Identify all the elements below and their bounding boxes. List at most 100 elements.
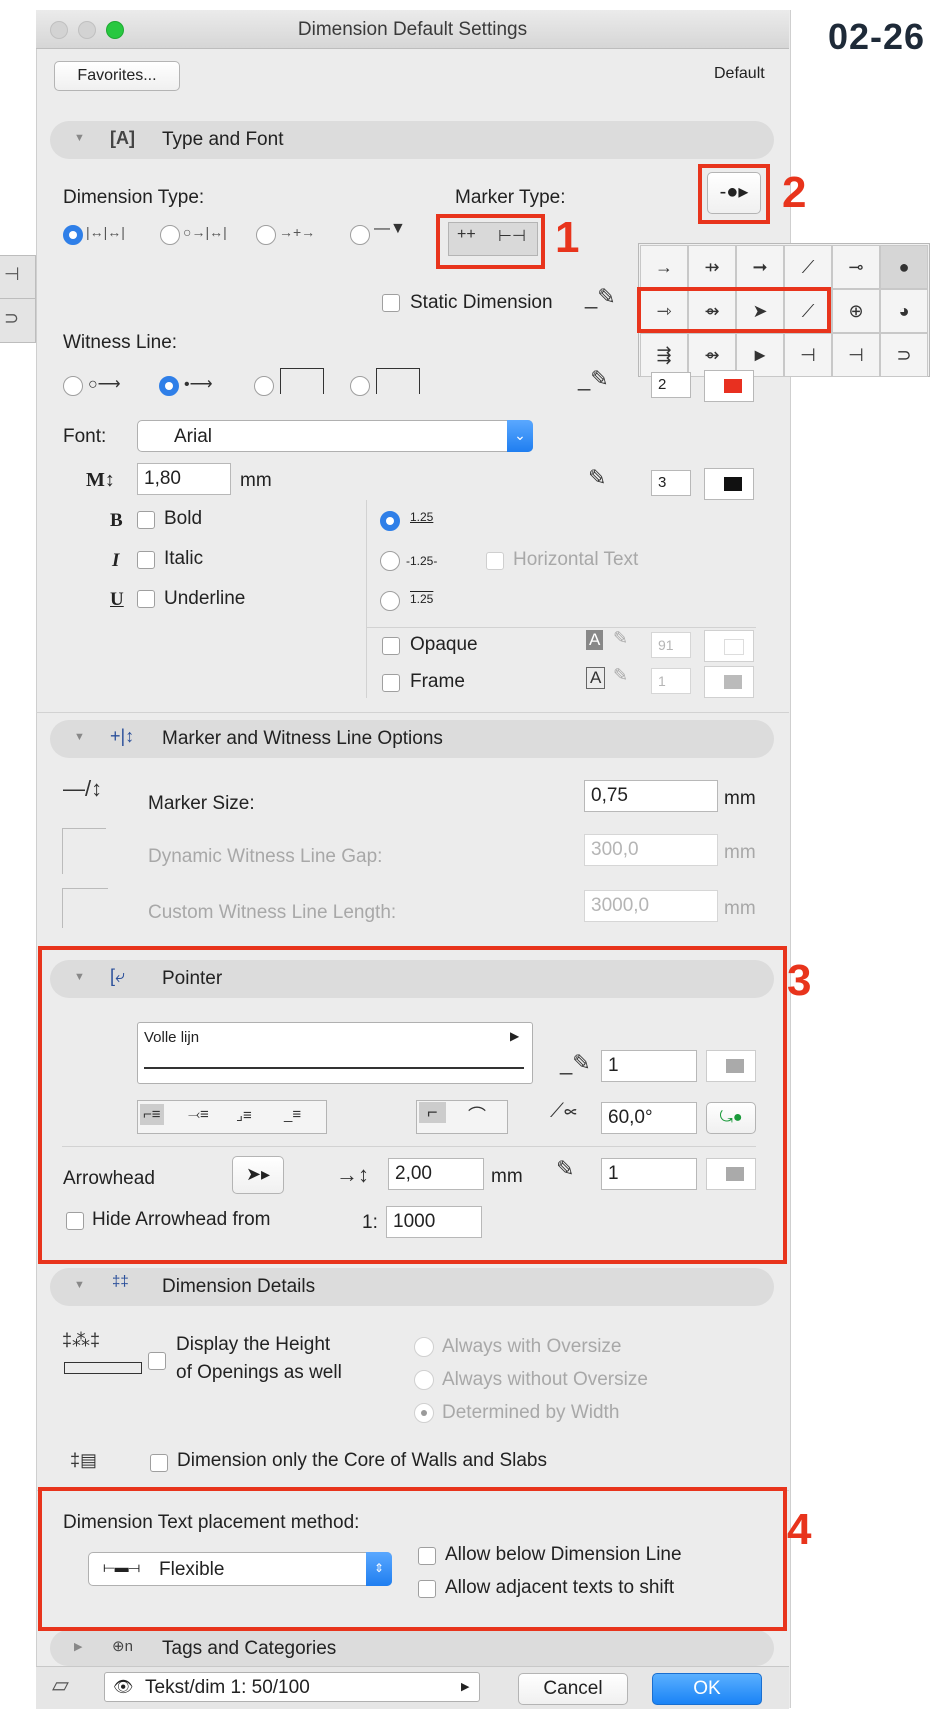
marker-option-r1-c3[interactable]: ➞ — [736, 245, 784, 289]
display-height-checkbox[interactable] — [148, 1352, 166, 1370]
text-size-unit: mm — [240, 470, 272, 491]
window-title: Dimension Default Settings — [297, 19, 528, 40]
section-title: Tags and Categories — [162, 1638, 337, 1659]
witness-gap-label: Dynamic Witness Line Gap: — [148, 846, 383, 867]
dimension-type-radio-3[interactable] — [256, 225, 276, 245]
dimension-type-label: Dimension Type: — [63, 187, 205, 208]
underline-checkbox[interactable] — [137, 590, 155, 608]
frame-pen-field[interactable]: 1 — [651, 668, 691, 694]
font-value: Arial — [174, 426, 213, 447]
witness-line-radio-2[interactable] — [159, 376, 179, 396]
marker-options-icon: +|↕ — [110, 726, 135, 746]
dimension-type-3-icon: →+→ — [279, 224, 316, 240]
section-marker-options-header[interactable]: ▼ +|↕ Marker and Witness Line Options — [50, 720, 774, 758]
dimension-type-radio-1[interactable] — [63, 225, 83, 245]
text-position-radio-below[interactable] — [380, 591, 400, 611]
italic-checkbox[interactable] — [137, 551, 155, 569]
marker-option-r1-c4[interactable]: ⟋ — [784, 245, 832, 289]
cancel-button[interactable]: Cancel — [518, 1673, 628, 1705]
static-dimension-checkbox[interactable] — [382, 294, 400, 312]
witness-length-label: Custom Witness Line Length: — [148, 902, 397, 923]
tags-icon: ⊕n — [112, 1638, 133, 1655]
static-dimension-label: Static Dimension — [410, 292, 553, 313]
always-without-oversize-radio[interactable] — [414, 1370, 434, 1390]
marker-option-r3-c1[interactable]: ⇶ — [640, 333, 688, 377]
marker-option-r1-c6[interactable]: ● — [880, 245, 928, 289]
text-position-radio-inline[interactable] — [380, 551, 400, 571]
frame-pen-icon: A — [586, 667, 606, 689]
text-size-icon: M↕ — [86, 469, 115, 491]
dimension-type-2-icon: ○→|↔| — [183, 224, 227, 240]
text-size-field[interactable]: 1,80 — [137, 463, 231, 495]
opaque-checkbox[interactable] — [382, 637, 400, 655]
favorites-button[interactable]: Favorites... — [54, 61, 180, 91]
layer-select[interactable]: 👁 Tekst/dim 1: 50/100 ▶ — [104, 1672, 480, 1702]
marker-size-unit: mm — [724, 788, 756, 809]
divider — [36, 712, 789, 713]
marker-option-r1-c1[interactable]: → — [640, 245, 688, 289]
witness-line-radio-1[interactable] — [63, 376, 83, 396]
disclosure-triangle-icon[interactable]: ▶ — [74, 1640, 82, 1653]
section-title: Marker and Witness Line Options — [162, 728, 443, 749]
witness-length-unit: mm — [724, 898, 756, 919]
font-select[interactable]: Arial ⌄ — [137, 420, 533, 452]
layer-value: Tekst/dim 1: 50/100 — [145, 1677, 310, 1698]
marker-type-label: Marker Type: — [455, 187, 566, 208]
frame-pen-swatch[interactable] — [704, 666, 754, 698]
chevron-down-icon[interactable]: ⌄ — [507, 420, 533, 452]
text-pen-field[interactable]: 3 — [651, 470, 691, 496]
bold-label: Bold — [164, 508, 203, 529]
marker-size-field[interactable]: 0,75 — [584, 780, 718, 812]
opaque-pen-field[interactable]: 91 — [651, 632, 691, 658]
text-position-above-sample: 1.25 — [410, 510, 434, 524]
marker-option-r3-c5[interactable]: ⊣ — [832, 333, 880, 377]
bold-checkbox[interactable] — [137, 511, 155, 529]
divider — [366, 500, 367, 698]
witness-line-radio-3[interactable] — [254, 376, 274, 396]
marker-option-r2-c5[interactable]: ⊕ — [832, 289, 880, 333]
corner-label: 02-26 — [828, 16, 926, 57]
witness-line-radio-4[interactable] — [350, 376, 370, 396]
marker-option-r3-c4[interactable]: ⊣ — [784, 333, 832, 377]
marker-option-r1-c2[interactable]: ⇸ — [688, 245, 736, 289]
text-position-radio-above[interactable] — [380, 511, 400, 531]
witness-line-label: Witness Line: — [63, 332, 178, 353]
witness-length-field[interactable]: 3000,0 — [584, 890, 718, 922]
section-tags-header[interactable]: ▶ ⊕n Tags and Categories — [50, 1630, 774, 1666]
always-with-oversize-radio[interactable] — [414, 1337, 434, 1357]
horizontal-text-checkbox[interactable] — [486, 552, 504, 570]
section-details-header[interactable]: ▼ ‡‡ Dimension Details — [50, 1268, 774, 1306]
clipped-panel: ⊣ ⊃ — [0, 255, 36, 343]
dimension-type-1-icon: |↔|↔| — [86, 224, 125, 240]
dimension-type-radio-4[interactable] — [350, 225, 370, 245]
witness-line-2-icon: •⟶ — [184, 376, 213, 393]
type-font-icon: [A] — [110, 128, 135, 148]
section-type-font-header[interactable]: ▼ [A] Type and Font — [50, 121, 774, 159]
witness-gap-field[interactable]: 300,0 — [584, 834, 718, 866]
witness-pen-icon: _✎ — [578, 366, 609, 391]
witness-length-icon — [62, 888, 108, 928]
core-only-checkbox[interactable] — [150, 1454, 168, 1472]
marker-option-r3-c6[interactable]: ⊃ — [880, 333, 928, 377]
marker-option-r1-c5[interactable]: ⊸ — [832, 245, 880, 289]
text-position-below-sample: 1.25 — [410, 592, 434, 606]
marker-option-r2-c6[interactable]: ◕ — [880, 289, 928, 333]
ok-button[interactable]: OK — [652, 1673, 762, 1705]
layer-icon: ▱ — [52, 1672, 69, 1697]
core-only-label: Dimension only the Core of Walls and Sla… — [177, 1450, 547, 1471]
witness-pen-field[interactable]: 2 — [651, 372, 691, 398]
text-pen-swatch[interactable] — [704, 468, 754, 500]
disclosure-triangle-icon[interactable]: ▼ — [74, 1279, 85, 1291]
disclosure-triangle-icon[interactable]: ▼ — [74, 132, 85, 144]
witness-line-1-icon: ○⟶ — [88, 376, 121, 393]
annotation-number-4: 4 — [787, 1505, 812, 1554]
dimension-type-radio-2[interactable] — [160, 225, 180, 245]
italic-label: Italic — [164, 548, 204, 569]
frame-checkbox[interactable] — [382, 674, 400, 692]
opaque-pen-swatch[interactable] — [704, 630, 754, 662]
marker-size-icon: —/↕ — [63, 776, 103, 801]
section-title: Type and Font — [162, 129, 284, 150]
disclosure-triangle-icon[interactable]: ▼ — [74, 731, 85, 743]
determined-by-width-radio[interactable] — [414, 1403, 434, 1423]
witness-pen-swatch[interactable] — [704, 370, 754, 402]
